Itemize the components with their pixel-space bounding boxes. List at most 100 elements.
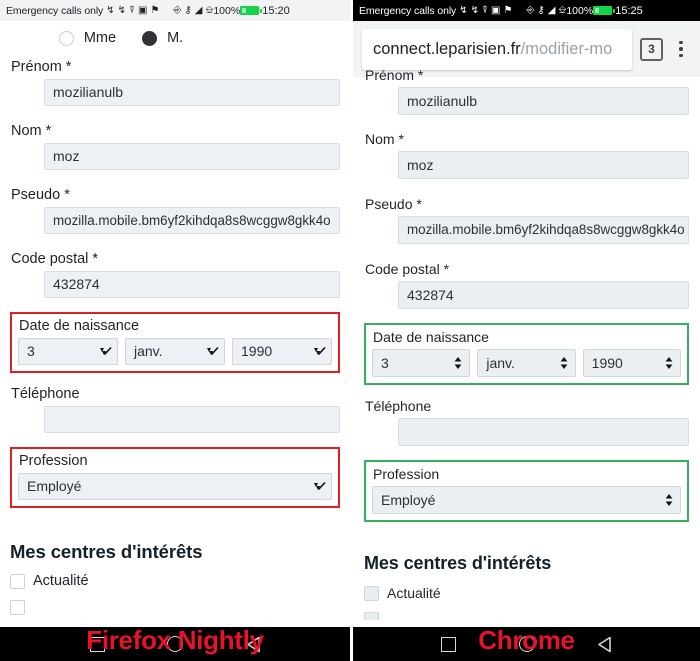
select-year[interactable]: 1990 — [232, 338, 332, 365]
input-pseudo[interactable]: mozilla.mobile.bm6yf2kihdqa8s8wcggw8gkk4… — [44, 207, 340, 234]
address-bar[interactable]: connect.leparisien.fr/modifier-mo — [362, 28, 632, 70]
birthdate-selects: 3 janv. 1990 — [18, 338, 332, 365]
flag-icon: ⚑ — [503, 4, 513, 16]
label-prenom: Prénom * — [365, 67, 424, 83]
gender-radio-group[interactable]: Mme M. — [10, 21, 340, 55]
select-profession[interactable]: Employé — [372, 486, 681, 514]
label-prenom: Prénom * — [11, 59, 72, 75]
wifi-icon: ◢ — [194, 4, 203, 16]
vpn-key-icon: ⚷ — [184, 4, 192, 16]
checkbox-row-actualite[interactable]: Actualité — [10, 573, 340, 589]
clock-label: 15:20 — [262, 4, 290, 17]
radio-m[interactable] — [142, 30, 158, 46]
checkbox-row-partial[interactable] — [10, 600, 340, 615]
checkbox-actualite[interactable] — [364, 585, 379, 601]
nfc-icon: ⎆ — [173, 4, 182, 16]
vibrate-icon: ⍒ — [129, 4, 135, 16]
checkbox-partial[interactable] — [364, 612, 379, 620]
input-prenom[interactable]: mozilianulb — [398, 87, 689, 115]
select-month[interactable]: janv. — [125, 338, 225, 365]
birthdate-highlight-box: Date de naissance 3 janv. 1990 — [10, 312, 340, 373]
select-day[interactable]: 3 — [18, 338, 118, 365]
vibrate-icon: ⍒ — [482, 4, 488, 16]
carrier-label: Emergency calls only — [359, 4, 457, 17]
field-prenom: Prénom * mozilianulb — [10, 59, 340, 106]
tab-counter-button[interactable]: 3 — [640, 37, 663, 61]
input-prenom[interactable]: mozilianulb — [44, 79, 340, 106]
nfc-icon: ⎆ — [526, 4, 535, 16]
dropdown-double-chevron-icon — [207, 346, 219, 355]
label-code-postal: Code postal * — [11, 251, 99, 267]
field-pseudo: Pseudo * mozilla.mobile.bm6yf2kihdqa8s8w… — [10, 187, 340, 234]
dropdown-updown-arrow-icon — [665, 357, 673, 369]
radio-mme-label: Mme — [83, 30, 117, 46]
field-nom: Nom * moz — [10, 123, 340, 170]
url-path: /modifier-mo — [520, 39, 613, 58]
checkbox-actualite[interactable] — [10, 573, 25, 589]
input-telephone[interactable] — [44, 406, 340, 433]
checkbox-row-actualite[interactable]: Actualité — [364, 585, 689, 601]
label-pseudo: Pseudo * — [365, 196, 422, 212]
firefox-panel: Emergency calls only ↯ ↯ ⍒ ▣ ⚑ ⎆ ⚷ ◢ ⎒ 1… — [0, 0, 350, 620]
usb-icon: ↯ — [106, 4, 115, 16]
label-profession: Profession — [373, 466, 440, 482]
checkbox-actualite-label: Actualité — [33, 573, 89, 589]
label-telephone: Téléphone — [11, 386, 80, 402]
input-code-postal[interactable]: 432874 — [398, 281, 689, 309]
chrome-page-content: Prénom * mozilianulb Nom * moz Pseudo * … — [353, 67, 700, 620]
dropdown-updown-arrow-icon — [454, 357, 462, 369]
birthdate-highlight-box: Date de naissance 3 janv. 1990 — [364, 323, 689, 385]
caption-firefox: Firefox Nightly — [86, 625, 264, 655]
select-profession[interactable]: Employé — [18, 473, 332, 500]
profession-highlight-box: Profession Employé — [364, 460, 689, 522]
select-profession-value: Employé — [381, 492, 436, 508]
screenshot-icon: ▣ — [138, 4, 148, 16]
select-year-value: 1990 — [591, 355, 623, 371]
interests-section: Mes centres d'intérêts Actualité — [10, 541, 340, 615]
select-month-value: janv. — [134, 343, 163, 359]
dropdown-updown-arrow-icon — [560, 357, 568, 369]
comparison-screenshot: Emergency calls only ↯ ↯ ⍒ ▣ ⚑ ⎆ ⚷ ◢ ⎒ 1… — [0, 0, 700, 661]
interests-heading: Mes centres d'intérêts — [364, 553, 552, 573]
wifi-icon: ◢ — [547, 4, 556, 16]
label-nom: Nom * — [11, 123, 52, 139]
battery-icon — [240, 6, 263, 15]
usb-icon: ↯ — [470, 4, 479, 16]
checkbox-row-partial[interactable] — [364, 612, 689, 620]
checkbox-actualite-label: Actualité — [387, 585, 441, 601]
field-code-postal: Code postal * 432874 — [10, 251, 340, 298]
android-status-bar-right: Emergency calls only ↯ ↯ ⍒ ▣ ⚑ ⎆ ⚷ ◢ ⎒ 1… — [353, 0, 700, 21]
input-telephone[interactable] — [398, 418, 689, 446]
radio-mme[interactable] — [58, 30, 74, 46]
field-pseudo: Pseudo * mozilla.mobile.bm6yf2kihdqa8s8w… — [364, 196, 689, 244]
usb-icon: ↯ — [117, 4, 126, 16]
tab-count-label: 3 — [648, 42, 655, 56]
birthdate-selects: 3 janv. 1990 — [372, 349, 681, 377]
dropdown-double-chevron-icon — [314, 346, 326, 355]
input-code-postal[interactable]: 432874 — [44, 271, 340, 298]
label-nom: Nom * — [365, 131, 404, 147]
input-pseudo[interactable]: mozilla.mobile.bm6yf2kihdqa8s8wcggw8gkk4… — [398, 216, 689, 244]
field-code-postal: Code postal * 432874 — [364, 261, 689, 309]
more-options-icon[interactable] — [671, 40, 691, 58]
chrome-panel: Emergency calls only ↯ ↯ ⍒ ▣ ⚑ ⎆ ⚷ ◢ ⎒ 1… — [353, 0, 700, 620]
usb-icon: ↯ — [459, 4, 468, 16]
select-day[interactable]: 3 — [372, 349, 471, 377]
label-pseudo: Pseudo * — [11, 187, 70, 203]
url-host: connect.leparisien.fr — [373, 39, 521, 58]
sim-card-icon: ⎒ — [558, 4, 567, 16]
vpn-key-icon: ⚷ — [537, 4, 545, 16]
select-day-value: 3 — [27, 343, 35, 359]
select-day-value: 3 — [381, 355, 389, 371]
input-nom[interactable]: moz — [398, 151, 689, 179]
checkbox-partial[interactable] — [10, 600, 25, 615]
android-status-bar-left: Emergency calls only ↯ ↯ ⍒ ▣ ⚑ ⎆ ⚷ ◢ ⎒ 1… — [0, 0, 350, 21]
input-nom[interactable]: moz — [44, 143, 340, 170]
select-month[interactable]: janv. — [477, 349, 576, 377]
label-telephone: Téléphone — [365, 398, 432, 414]
firefox-page-content: Mme M. Prénom * mozilianulb Nom * moz Ps… — [0, 21, 350, 615]
sim-card-icon: ⎒ — [205, 4, 214, 16]
battery-percent-label: 100% — [213, 4, 241, 17]
select-year[interactable]: 1990 — [582, 349, 681, 377]
dropdown-double-chevron-icon — [100, 346, 112, 355]
